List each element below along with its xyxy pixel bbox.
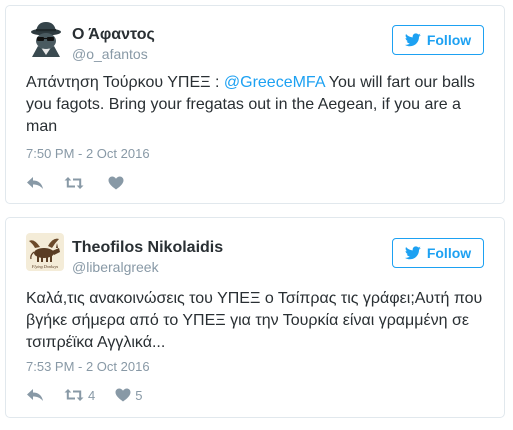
tweet-text-part: Απάντηση Τούρκου ΥΠΕΞ : — [26, 74, 224, 91]
mention-link[interactable]: @GreeceMFA — [224, 74, 325, 91]
user-handle[interactable]: @liberalgreek — [72, 259, 159, 275]
tweet-card: Flying Donkeys Theofilos Nikolaidis @lib… — [5, 217, 505, 418]
twitter-bird-icon — [404, 33, 421, 47]
flying-donkey-avatar-icon: Flying Donkeys — [26, 233, 64, 271]
timestamp-link[interactable]: 7:53 PM - 2 Oct 2016 — [26, 359, 150, 374]
like-button[interactable] — [108, 176, 128, 190]
avatar[interactable] — [26, 19, 64, 57]
like-heart-icon — [115, 388, 131, 402]
reply-icon — [27, 177, 43, 189]
tweet-actions: 4 5 — [26, 385, 162, 405]
tweet-card: Ο Άφαντος @o_afantos Follow Απάντηση Τού… — [5, 5, 505, 204]
like-heart-icon — [108, 176, 124, 190]
retweet-count: 4 — [88, 387, 96, 403]
like-button[interactable]: 5 — [115, 388, 142, 403]
retweet-button[interactable] — [64, 176, 88, 190]
follow-label: Follow — [426, 245, 472, 261]
avatar[interactable]: Flying Donkeys — [26, 233, 64, 271]
retweet-icon — [64, 389, 84, 401]
twitter-bird-icon — [404, 246, 421, 260]
retweet-button[interactable]: 4 — [64, 388, 95, 403]
display-name[interactable]: Theofilos Nikolaidis — [72, 239, 223, 257]
timestamp-link[interactable]: 7:50 PM - 2 Oct 2016 — [26, 146, 150, 161]
user-handle[interactable]: @o_afantos — [72, 46, 148, 62]
reply-button[interactable] — [26, 176, 44, 190]
follow-button[interactable]: Follow — [392, 238, 484, 268]
tweet-text: Απάντηση Τούρκου ΥΠΕΞ : @GreeceMFA You w… — [26, 72, 486, 138]
like-count: 5 — [135, 387, 143, 403]
follow-label: Follow — [426, 32, 472, 48]
reply-button[interactable] — [26, 388, 44, 402]
display-name[interactable]: Ο Άφαντος — [72, 26, 155, 44]
spy-cat-avatar-icon — [26, 19, 64, 57]
tweet-actions — [26, 173, 148, 193]
avatar-caption: Flying Donkeys — [31, 264, 59, 269]
follow-button[interactable]: Follow — [392, 25, 484, 55]
tweet-text: Καλά,τις ανακοινώσεις του ΥΠΕΞ ο Τσίπρας… — [26, 290, 483, 351]
reply-icon — [27, 389, 43, 401]
retweet-icon — [64, 177, 84, 189]
